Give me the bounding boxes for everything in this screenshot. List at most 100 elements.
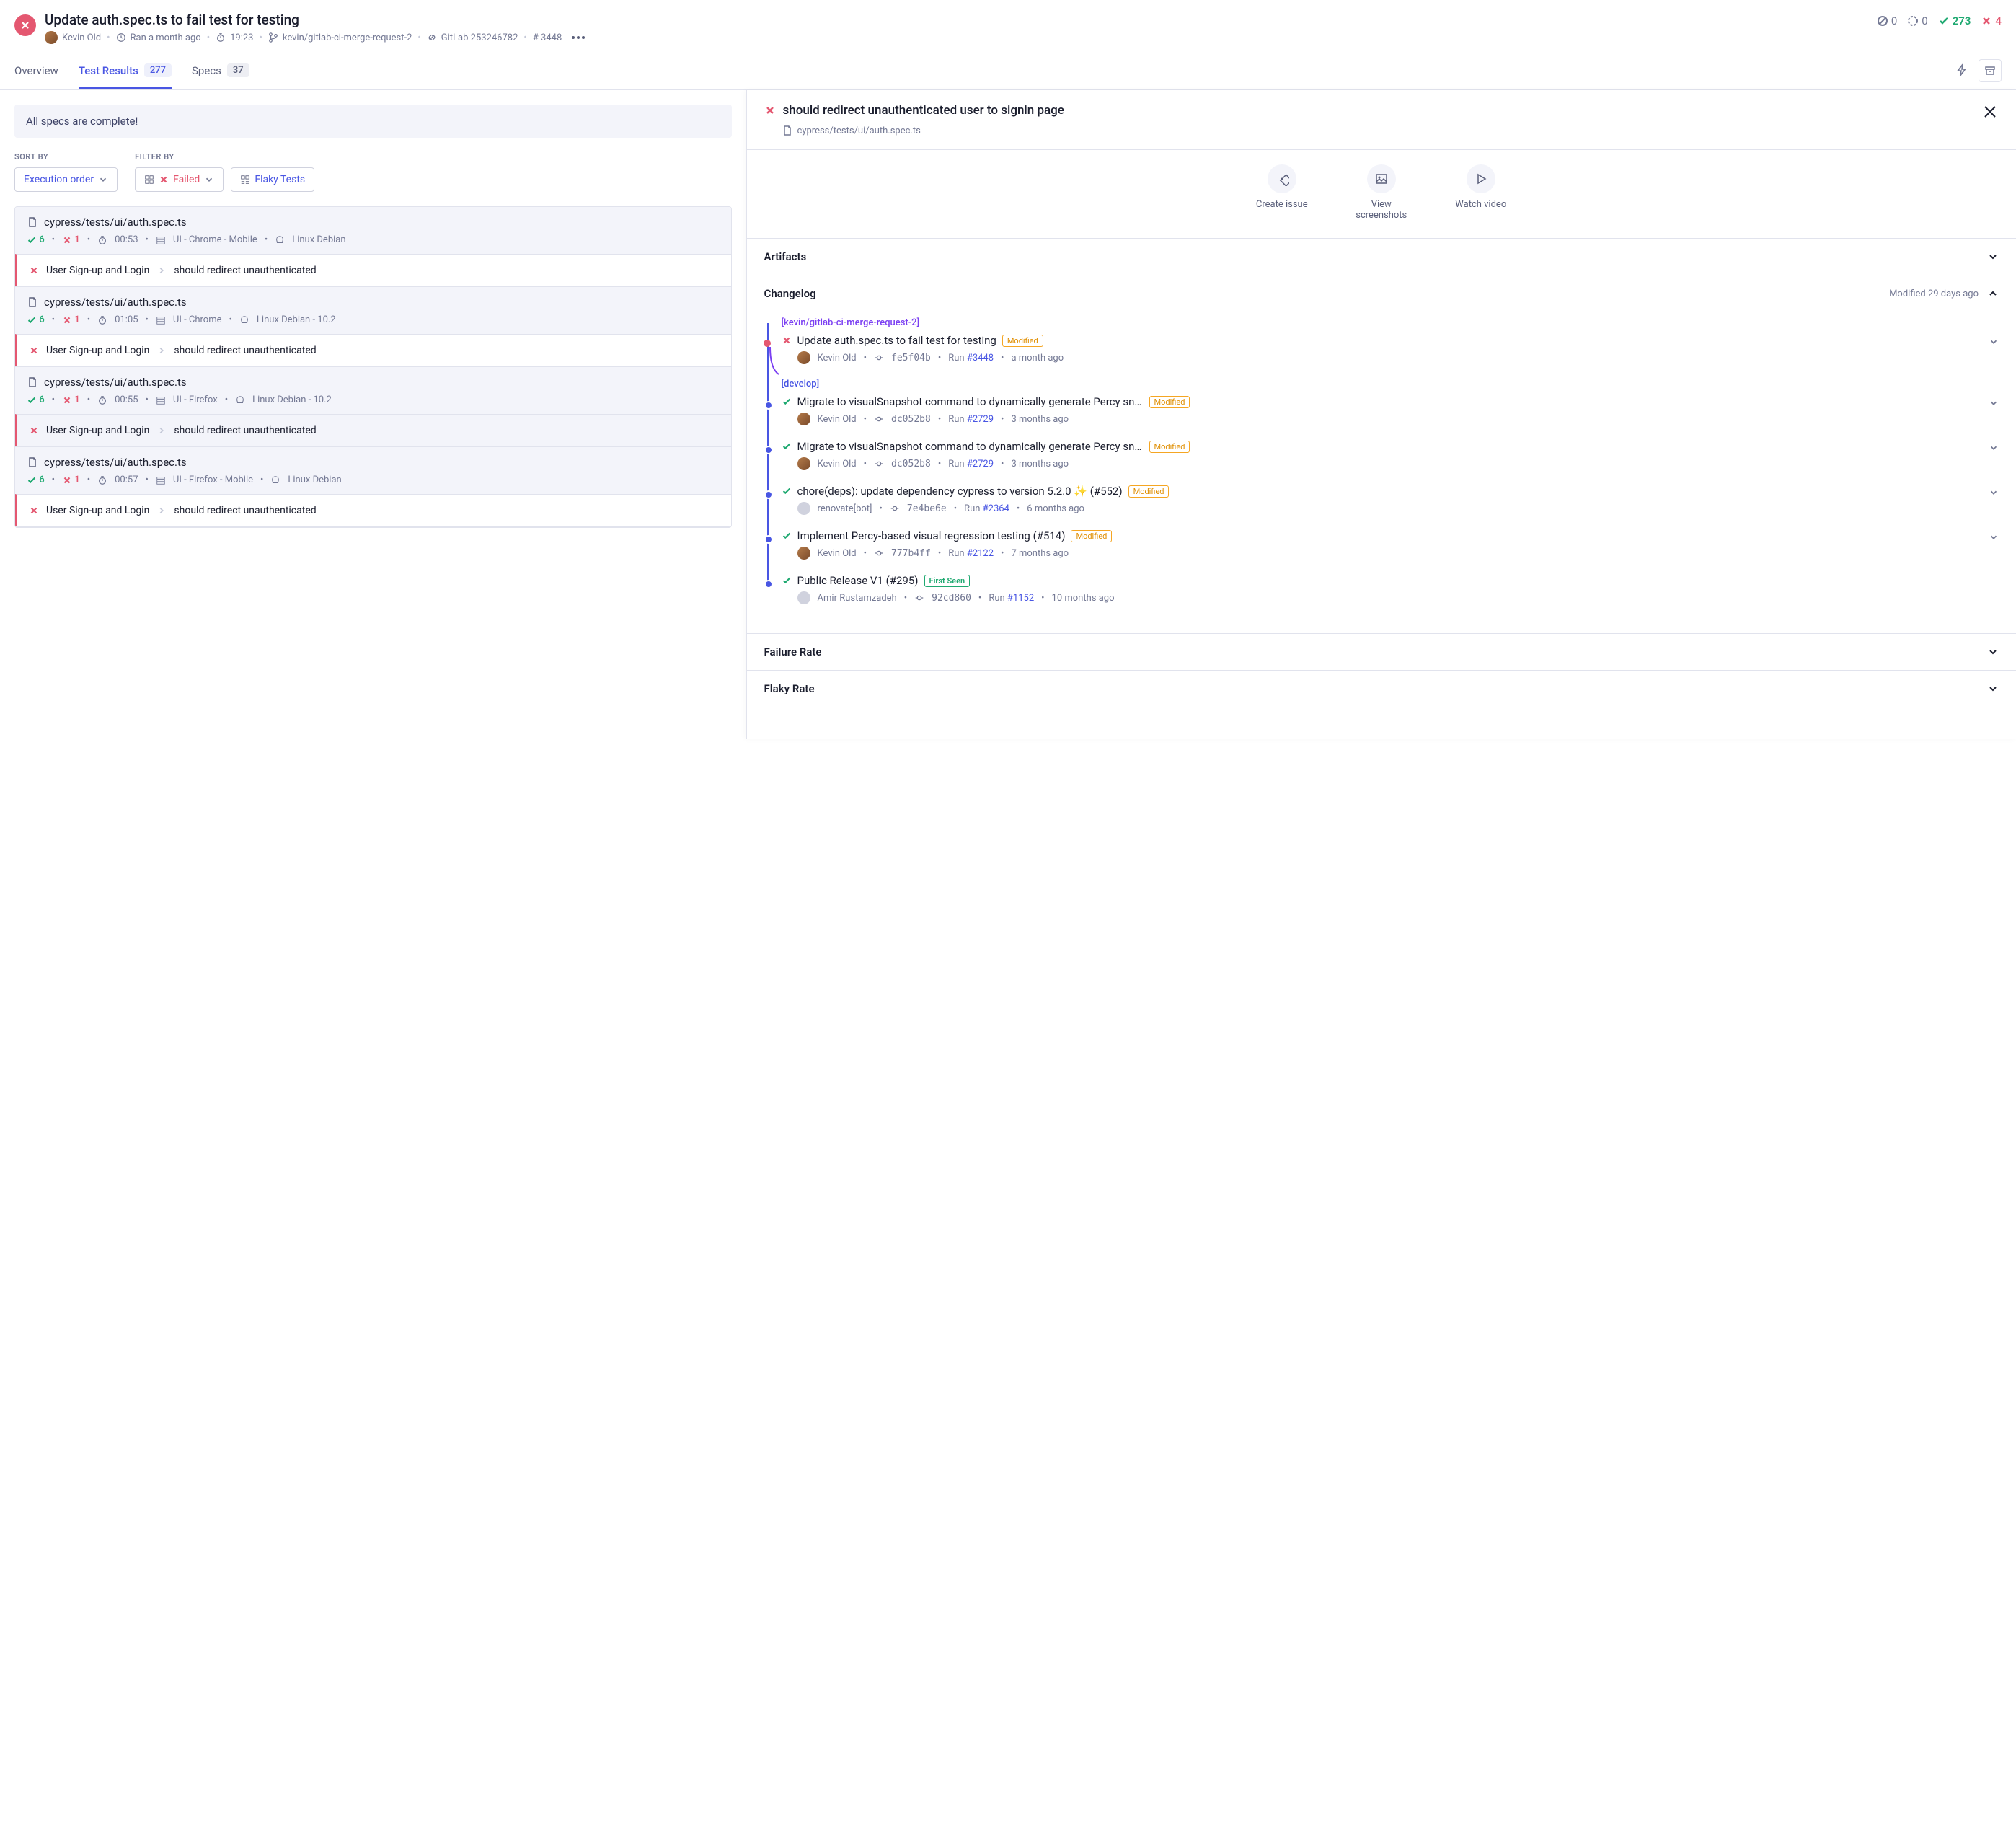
commit-run[interactable]: Run #2729 xyxy=(948,414,994,425)
expand-button[interactable] xyxy=(1989,337,1999,350)
file-icon xyxy=(27,216,38,228)
test-item[interactable]: User Sign-up and Login should redirect u… xyxy=(15,494,731,526)
commit-run[interactable]: Run #2364 xyxy=(964,503,1009,514)
author-avatar xyxy=(797,547,810,560)
branch-icon xyxy=(268,32,278,43)
filter-list-icon xyxy=(144,175,154,185)
create-issue-button[interactable]: Create issue xyxy=(1250,164,1314,221)
expand-button[interactable] xyxy=(1989,532,1999,545)
commit-author: Kevin Old xyxy=(818,353,857,363)
changelog-commit: Migrate to visualSnapshot command to dyn… xyxy=(782,440,1999,470)
close-button[interactable] xyxy=(1981,103,1999,120)
sort-dropdown[interactable]: Execution order xyxy=(14,167,118,192)
os-icon xyxy=(239,315,249,325)
test-item[interactable]: User Sign-up and Login should redirect u… xyxy=(15,254,731,286)
results-sidebar: All specs are complete! SORT BY Executio… xyxy=(0,90,746,739)
x-icon xyxy=(1981,15,1992,27)
commit-icon xyxy=(914,593,924,603)
issue-icon xyxy=(1275,172,1289,186)
commit-run[interactable]: Run #2729 xyxy=(948,459,994,469)
failure-rate-header[interactable]: Failure Rate xyxy=(747,634,2016,670)
group: UI - Firefox xyxy=(173,394,218,405)
timer-icon xyxy=(97,315,107,325)
commit-title: Update auth.spec.ts to fail test for tes… xyxy=(797,334,996,347)
completion-banner: All specs are complete! xyxy=(14,105,732,138)
changelog-commit: Migrate to visualSnapshot command to dyn… xyxy=(782,395,1999,425)
commit-icon xyxy=(874,414,884,424)
chevron-right-icon xyxy=(156,265,167,275)
artifacts-header[interactable]: Artifacts xyxy=(747,239,2016,275)
group: UI - Chrome xyxy=(173,314,222,325)
spec-group: cypress/tests/ui/auth.spec.ts 6 • 1 • 00… xyxy=(15,207,731,287)
group-icon xyxy=(156,315,166,325)
os: Linux Debian - 10.2 xyxy=(257,314,336,325)
spec-group: cypress/tests/ui/auth.spec.ts 6 • 1 • 00… xyxy=(15,447,731,527)
flash-icon[interactable] xyxy=(1951,59,1973,84)
suite-name: User Sign-up and Login xyxy=(46,265,149,276)
commit-icon xyxy=(890,503,900,513)
commit-ago: 7 months ago xyxy=(1011,548,1069,559)
test-item[interactable]: User Sign-up and Login should redirect u… xyxy=(15,334,731,366)
commit-run[interactable]: Run #1152 xyxy=(989,593,1034,604)
chevron-down-icon xyxy=(1987,683,1999,694)
os: Linux Debian xyxy=(288,475,341,485)
page-header: Update auth.spec.ts to fail test for tes… xyxy=(0,0,2016,53)
expand-button[interactable] xyxy=(1989,398,1999,411)
kebab-menu[interactable] xyxy=(572,36,585,39)
os-icon xyxy=(235,395,245,405)
passed-count: 6 xyxy=(27,475,45,485)
expand-button[interactable] xyxy=(1989,488,1999,500)
os: Linux Debian xyxy=(292,234,345,245)
flaky-icon xyxy=(240,175,250,185)
spec-header[interactable]: cypress/tests/ui/auth.spec.ts 6 • 1 • 01… xyxy=(15,287,731,334)
os-icon xyxy=(275,235,285,245)
filter-flaky[interactable]: Flaky Tests xyxy=(231,167,314,192)
flaky-rate-header[interactable]: Flaky Rate xyxy=(747,671,2016,707)
watch-video-button[interactable]: Watch video xyxy=(1449,164,1513,221)
file-icon xyxy=(27,296,38,308)
commit-run[interactable]: Run #3448 xyxy=(948,353,994,363)
group: UI - Chrome - Mobile xyxy=(173,234,257,245)
spec-group: cypress/tests/ui/auth.spec.ts 6 • 1 • 01… xyxy=(15,287,731,367)
changelog-modified: Modified 29 days ago xyxy=(1889,288,1979,299)
branch-label: [kevin/gitlab-ci-merge-request-2] xyxy=(782,317,1999,328)
tab-test-results[interactable]: Test Results277 xyxy=(79,53,172,89)
run-status-icon xyxy=(14,14,36,36)
chevron-down-icon xyxy=(98,175,108,185)
stat-pending: 0 xyxy=(1907,14,1927,27)
duration: 00:53 xyxy=(115,234,138,245)
stat-skipped: 0 xyxy=(1877,14,1897,27)
spec-header[interactable]: cypress/tests/ui/auth.spec.ts 6 • 1 • 00… xyxy=(15,207,731,254)
passed-count: 6 xyxy=(27,314,45,325)
test-title: should redirect unauthenticated user to … xyxy=(783,103,1064,118)
commit-ago: 3 months ago xyxy=(1011,459,1069,469)
spec-header[interactable]: cypress/tests/ui/auth.spec.ts 6 • 1 • 00… xyxy=(15,447,731,494)
test-item[interactable]: User Sign-up and Login should redirect u… xyxy=(15,414,731,446)
commit-author: Kevin Old xyxy=(818,459,857,469)
filter-failed[interactable]: Failed xyxy=(135,167,224,192)
commit-icon xyxy=(874,459,884,469)
test-name: should redirect unauthenticated xyxy=(174,425,316,436)
tab-overview[interactable]: Overview xyxy=(14,53,58,89)
check-icon xyxy=(1938,15,1950,27)
commit-badge: First Seen xyxy=(924,575,971,587)
file-icon xyxy=(782,125,793,136)
tab-specs[interactable]: Specs37 xyxy=(192,53,249,89)
pending-icon xyxy=(1907,15,1919,27)
author-avatar xyxy=(45,31,58,44)
failed-count: 1 xyxy=(62,394,80,405)
archive-icon[interactable] xyxy=(1979,59,2002,82)
view-screenshots-button[interactable]: View screenshots xyxy=(1349,164,1414,221)
commit-hash: dc052b8 xyxy=(891,459,931,469)
timer-icon xyxy=(216,32,226,43)
spec-header[interactable]: cypress/tests/ui/auth.spec.ts 6 • 1 • 00… xyxy=(15,367,731,414)
commit-run[interactable]: Run #2122 xyxy=(948,548,994,559)
expand-button[interactable] xyxy=(1989,443,1999,456)
file-icon xyxy=(27,456,38,468)
spec-group: cypress/tests/ui/auth.spec.ts 6 • 1 • 00… xyxy=(15,367,731,447)
changelog-header[interactable]: Changelog Modified 29 days ago xyxy=(747,275,2016,312)
author-avatar xyxy=(797,351,810,364)
commit-hash: dc052b8 xyxy=(891,414,931,425)
duration: 00:55 xyxy=(115,394,138,405)
chevron-down-icon xyxy=(1987,646,1999,658)
